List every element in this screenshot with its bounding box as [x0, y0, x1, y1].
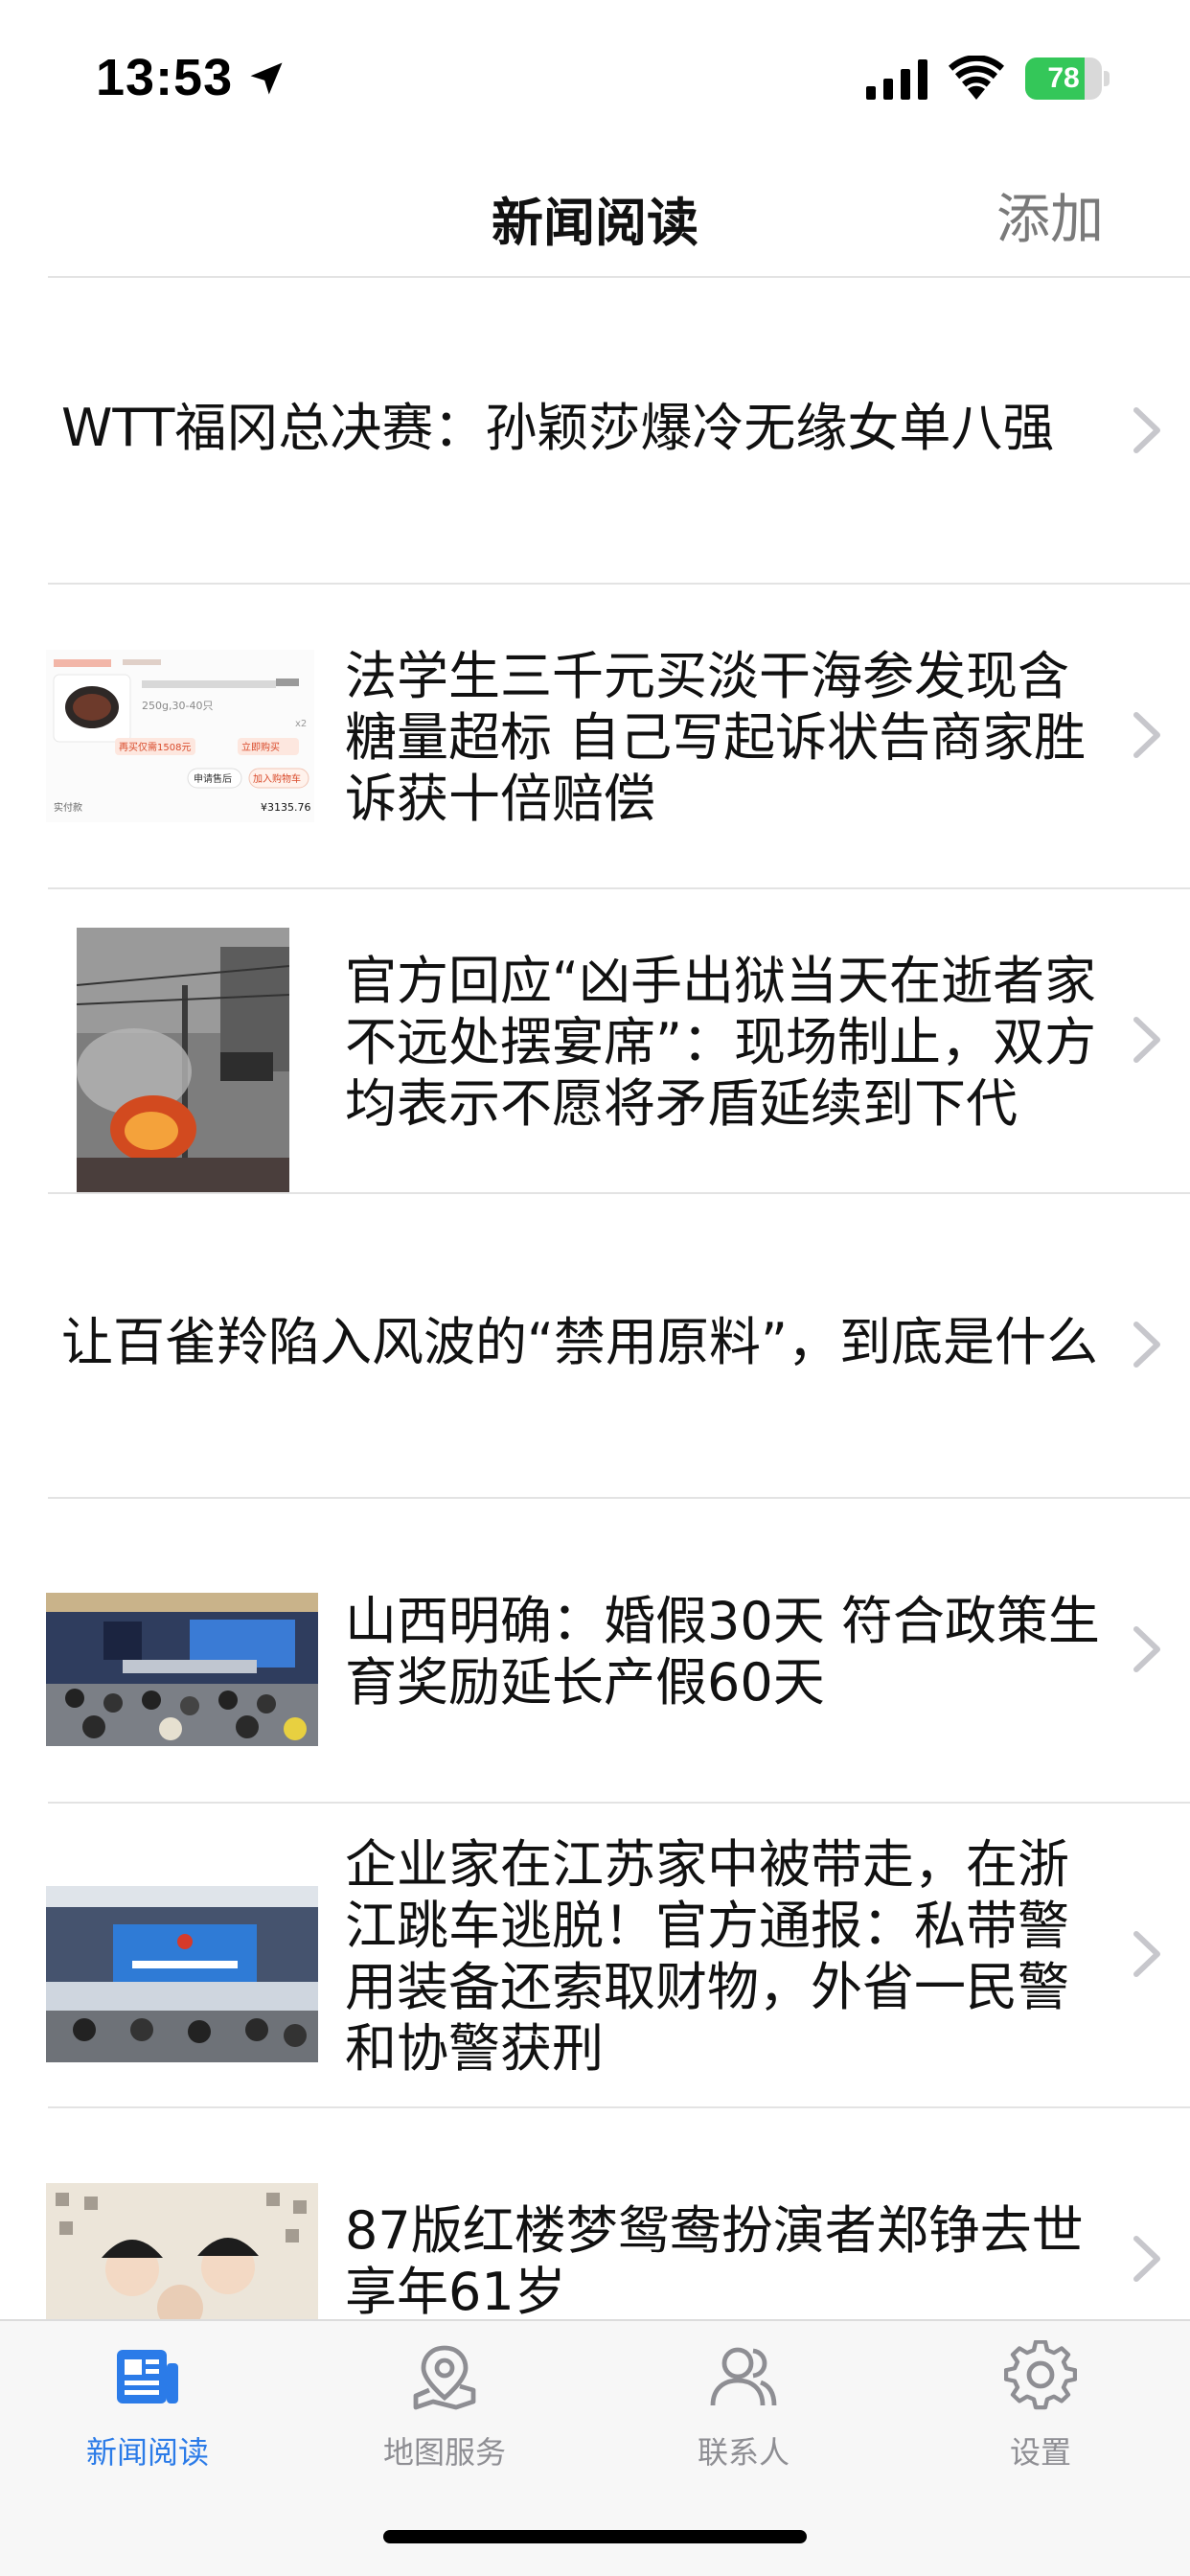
receipt-repurchase: 再买仅需1508元	[119, 742, 191, 753]
chevron-right-icon	[1133, 1017, 1160, 1063]
chevron-right-icon	[1133, 2236, 1160, 2282]
press-thumb-art-2	[46, 1886, 318, 2062]
tab-label: 新闻阅读	[85, 2434, 209, 2471]
add-button[interactable]: 添加	[996, 176, 1104, 254]
receipt-thumb-art: 250g,30-40只 x2 再买仅需1508元 立即购买 申请售后 加入购物车…	[46, 650, 314, 822]
opera-thumb-art	[46, 2183, 318, 2319]
news-title: 法学生三千元买淡干海参发现含糖量超标 自己写起诉状告商家胜诉获十倍赔偿	[345, 646, 1087, 829]
news-title: 官方回应“凶手出狱当天在逝者家不远处摆宴席”：现场制止，双方均表示不愿将矛盾延续…	[345, 951, 1096, 1134]
navigation-bar: 新闻阅读 添加	[0, 144, 1190, 278]
battery-body: 78	[1025, 58, 1102, 100]
news-row[interactable]: 官方回应“凶手出狱当天在逝者家不远处摆宴席”：现场制止，双方均表示不愿将矛盾延续…	[0, 887, 1190, 1194]
contacts-icon	[710, 2347, 777, 2406]
status-time: 13:53	[96, 49, 234, 106]
battery-cap	[1104, 71, 1110, 86]
news-title: 87版红楼梦鸳鸯扮演者郑铮去世 享年61岁	[345, 2200, 1084, 2319]
press-thumb-art	[46, 1593, 318, 1746]
news-row[interactable]: 山西明确：婚假30天 符合政策生育奖励延长产假60天	[0, 1497, 1190, 1804]
chevron-right-icon	[1133, 407, 1160, 453]
press-conference-photo-thumb	[46, 1886, 318, 2062]
tab-map[interactable]: 地图服务	[349, 2340, 540, 2484]
news-title: 企业家在江苏家中被带走，在浙江跳车逃脱！官方通报：私带警用装备还索取财物，外省一…	[345, 1834, 1069, 2079]
tab-settings[interactable]: 设置	[945, 2340, 1136, 2484]
tab-label: 地图服务	[382, 2434, 506, 2471]
receipt-screenshot-thumb: 250g,30-40只 x2 再买仅需1508元 立即购买 申请售后 加入购物车…	[46, 650, 314, 822]
chevron-right-icon	[1133, 1322, 1160, 1368]
press-conference-photo-thumb	[46, 1593, 318, 1746]
map-pin-icon	[413, 2345, 476, 2410]
battery-level-text: 78	[1047, 62, 1080, 94]
home-indicator[interactable]	[383, 2530, 807, 2543]
news-title: WTT福冈总决赛：孙颖莎爆冷无缘女单八强	[61, 398, 1055, 458]
news-title: 让百雀羚陷入风波的“禁用原料”，到底是什么	[61, 1312, 1098, 1372]
gear-icon	[1004, 2340, 1077, 2410]
newspaper-icon	[117, 2350, 178, 2404]
tab-label: 联系人	[697, 2434, 790, 2471]
news-row[interactable]: 87版红楼梦鸳鸯扮演者郑铮去世 享年61岁	[0, 2106, 1190, 2319]
battery-indicator: 78	[1025, 58, 1110, 100]
tab-contacts[interactable]: 联系人	[648, 2340, 839, 2484]
chevron-right-icon	[1133, 1626, 1160, 1672]
location-arrow-icon	[250, 62, 283, 95]
wifi-icon	[949, 56, 1004, 100]
receipt-after-sale: 申请售后	[194, 772, 232, 785]
news-row[interactable]: 250g,30-40只 x2 再买仅需1508元 立即购买 申请售后 加入购物车…	[0, 583, 1190, 889]
street-fire-photo-thumb	[77, 928, 289, 1192]
receipt-price-info: 250g,30-40只	[142, 700, 213, 712]
news-title: 山西明确：婚假30天 符合政策生育奖励延长产假60天	[345, 1591, 1100, 1713]
receipt-paid-label: 实付款	[54, 801, 82, 814]
news-row[interactable]: WTT福冈总决赛：孙颖莎爆冷无缘女单八强	[0, 278, 1190, 585]
news-row[interactable]: 企业家在江苏家中被带走，在浙江跳车逃脱！官方通报：私带警用装备还索取财物，外省一…	[0, 1802, 1190, 2108]
fire-thumb-art	[77, 928, 289, 1192]
news-list[interactable]: WTT福冈总决赛：孙颖莎爆冷无缘女单八强 250g,30-40只 x2 再买仅需…	[0, 278, 1190, 2319]
svg-text:x2: x2	[295, 719, 307, 729]
chevron-right-icon	[1133, 1931, 1160, 1977]
opera-costume-photo-thumb	[46, 2183, 318, 2319]
receipt-buy-now: 立即购买	[241, 741, 280, 753]
tab-news[interactable]: 新闻阅读	[52, 2340, 243, 2484]
tab-label: 设置	[1009, 2434, 1071, 2471]
receipt-add-cart: 加入购物车	[253, 772, 301, 785]
receipt-paid-amount: ¥3135.76	[261, 801, 311, 814]
cellular-signal-icon	[866, 59, 927, 100]
chevron-right-icon	[1133, 712, 1160, 758]
status-bar: 13:53 78	[0, 0, 1190, 144]
news-row[interactable]: 让百雀羚陷入风波的“禁用原料”，到底是什么	[0, 1192, 1190, 1499]
